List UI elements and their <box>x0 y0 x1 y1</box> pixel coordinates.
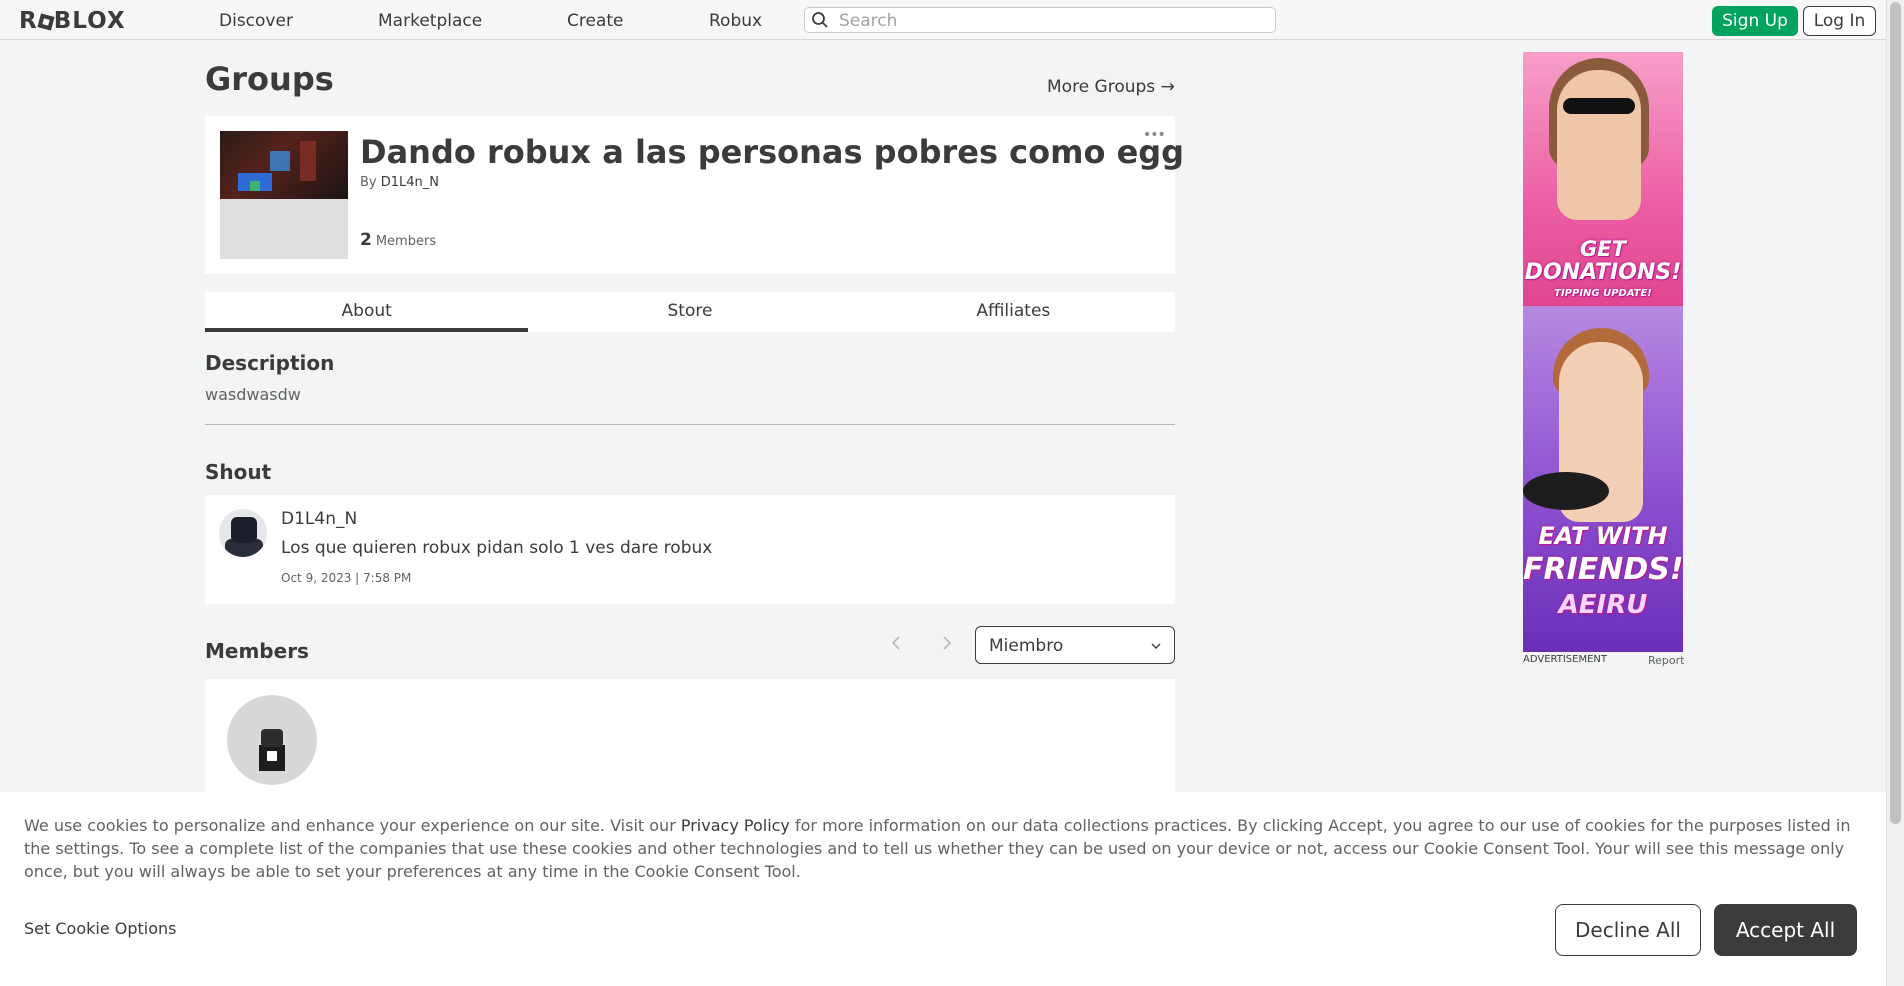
privacy-policy-link[interactable]: Privacy Policy <box>681 816 790 835</box>
role-select-dropdown[interactable]: Miembro <box>975 626 1175 664</box>
ad-text: GET <box>1580 237 1626 261</box>
shout-heading: Shout <box>205 460 272 484</box>
search-icon <box>812 12 828 28</box>
nav-discover[interactable]: Discover <box>219 11 293 31</box>
more-groups-link[interactable]: More Groups → <box>1047 77 1175 97</box>
shout-date: Oct 9, 2023 | 7:58 PM <box>281 571 412 585</box>
group-thumbnail <box>220 131 348 259</box>
advertisement-banner[interactable]: GET DONATIONS! TIPPING UPDATE! EAT WITH … <box>1523 52 1683 652</box>
tab-about[interactable]: About <box>205 292 529 332</box>
members-list <box>205 679 1175 799</box>
set-cookie-options-link[interactable]: Set Cookie Options <box>24 919 176 938</box>
advertisement-label: ADVERTISEMENT <box>1523 654 1608 665</box>
group-name: Dando robux a las personas pobres como e… <box>360 133 1185 171</box>
page-title: Groups <box>205 60 334 98</box>
ad-text: EAT WITH <box>1538 522 1668 550</box>
search-input[interactable] <box>837 10 1261 32</box>
group-tabs: About Store Affiliates <box>205 292 1175 332</box>
search-box <box>804 7 1276 33</box>
ad-text: DONATIONS! <box>1524 260 1682 285</box>
shout-message: Los que quieren robux pidan solo 1 ves d… <box>281 538 713 558</box>
avatar[interactable] <box>219 509 267 557</box>
nav-robux[interactable]: Robux <box>709 11 762 31</box>
description-heading: Description <box>205 351 335 375</box>
ad-text: TIPPING UPDATE! <box>1554 288 1652 299</box>
group-member-count: 2 Members <box>360 230 436 250</box>
role-select-value: Miembro <box>989 636 1064 656</box>
group-owner: By D1L4n_N <box>360 175 439 190</box>
nav-create[interactable]: Create <box>567 11 624 31</box>
cookie-text-1: We use cookies to personalize and enhanc… <box>24 816 681 835</box>
owner-prefix: By <box>360 175 381 190</box>
member-count-label: Members <box>375 234 437 249</box>
decline-all-button[interactable]: Decline All <box>1555 904 1701 956</box>
ad-text: AEIRU <box>1558 590 1648 620</box>
chevron-down-icon <box>1151 643 1161 649</box>
tab-affiliates[interactable]: Affiliates <box>852 292 1175 332</box>
ad-text: FRIENDS! <box>1523 552 1683 587</box>
group-header-card: Dando robux a las personas pobres como e… <box>205 116 1184 274</box>
accept-all-button[interactable]: Accept All <box>1714 904 1857 956</box>
chevron-right-icon[interactable] <box>935 631 959 655</box>
shout-username[interactable]: D1L4n_N <box>281 509 357 529</box>
section-divider <box>205 424 1175 425</box>
chevron-left-icon[interactable] <box>884 631 908 655</box>
sign-up-button[interactable]: Sign Up <box>1712 6 1798 36</box>
description-text: wasdwasdw <box>205 385 301 404</box>
owner-link[interactable]: D1L4n_N <box>381 175 439 190</box>
cookie-message: We use cookies to personalize and enhanc… <box>24 814 1864 883</box>
tab-store[interactable]: Store <box>528 292 851 332</box>
members-heading: Members <box>205 639 309 663</box>
shout-card: D1L4n_N Los que quieren robux pidan solo… <box>205 495 1175 604</box>
log-in-button[interactable]: Log In <box>1803 6 1876 36</box>
top-navigation-bar: R BLOX Discover Marketplace Create Robux … <box>0 0 1886 40</box>
group-more-menu-icon[interactable]: ••• <box>1143 127 1166 143</box>
roblox-logo[interactable]: R BLOX <box>19 8 126 34</box>
ad-report-link[interactable]: Report <box>1648 654 1684 667</box>
page-scrollbar[interactable] <box>1886 0 1904 986</box>
cookie-consent-banner: We use cookies to personalize and enhanc… <box>0 792 1886 986</box>
member-avatar[interactable] <box>227 695 317 785</box>
scrollbar-thumb[interactable] <box>1890 2 1901 824</box>
member-count-value: 2 <box>360 230 372 250</box>
nav-marketplace[interactable]: Marketplace <box>378 11 482 31</box>
